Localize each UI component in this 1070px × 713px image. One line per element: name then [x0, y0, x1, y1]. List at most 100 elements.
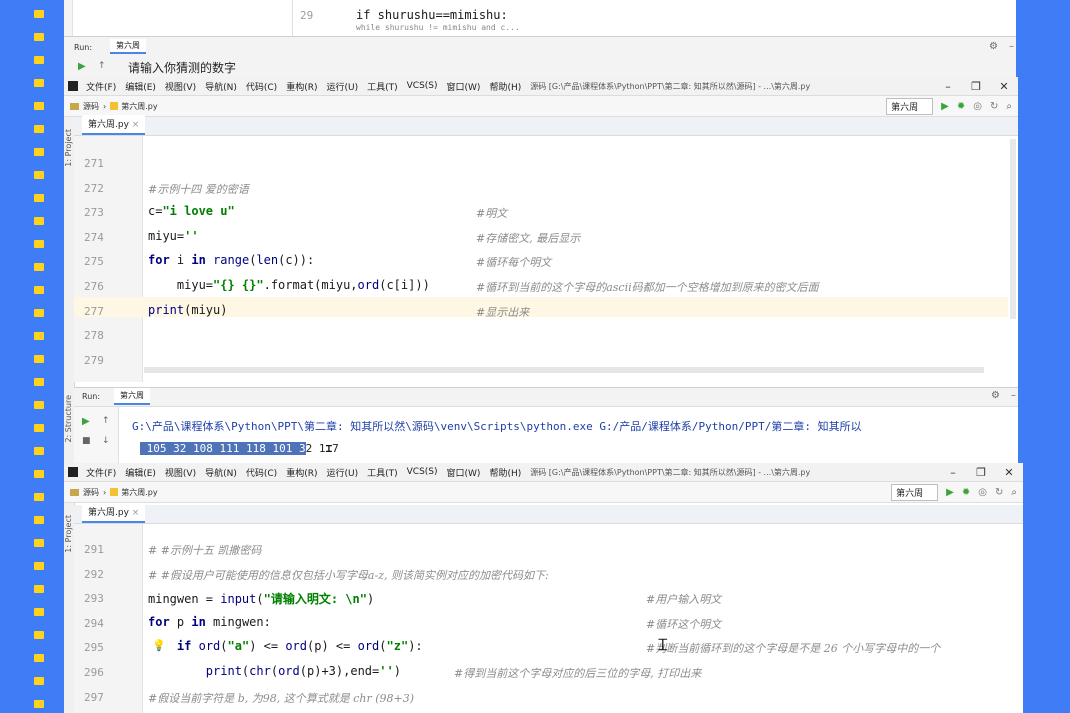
- code-line[interactable]: c="i love u": [148, 204, 235, 218]
- menu-item[interactable]: 工具(T): [367, 466, 398, 479]
- close-tab-icon[interactable]: ×: [132, 508, 140, 518]
- folder-icon: [70, 102, 79, 110]
- breadcrumb-file[interactable]: 第六周.py: [121, 101, 157, 112]
- code-line[interactable]: mingwen = input("请输入明文: \n"): [148, 590, 374, 607]
- code-line: if shurushu==mimishu:: [356, 8, 508, 22]
- run-config-select[interactable]: 第六周: [891, 483, 939, 501]
- window-minimize-button[interactable]: –: [939, 466, 967, 479]
- menu-item[interactable]: 重构(R): [286, 466, 317, 479]
- line-number: 294: [84, 616, 104, 630]
- stop-icon[interactable]: ■: [82, 436, 91, 446]
- menu-item[interactable]: 工具(T): [367, 80, 398, 93]
- tab-run[interactable]: 第六周: [114, 388, 150, 405]
- horizontal-scrollbar[interactable]: [144, 367, 984, 373]
- breadcrumb-file[interactable]: 第六周.py: [121, 487, 157, 498]
- menu-item[interactable]: 文件(F): [86, 80, 116, 93]
- output-tail: 7: [332, 442, 339, 455]
- gear-icon[interactable]: ⚙: [989, 41, 998, 52]
- up-arrow-icon[interactable]: ↑: [98, 61, 106, 71]
- tab-run[interactable]: 第六周: [110, 39, 146, 54]
- menu-item[interactable]: 帮助(H): [489, 466, 521, 479]
- profile-icon[interactable]: ↻: [990, 101, 998, 112]
- run-button-icon[interactable]: ▶: [946, 487, 954, 498]
- close-tab-icon[interactable]: ×: [132, 120, 140, 130]
- menu-item[interactable]: 窗口(W): [447, 80, 481, 93]
- yellow-dash: [34, 516, 44, 524]
- menu-item[interactable]: 文件(F): [86, 466, 116, 479]
- app-logo-icon: [68, 467, 78, 477]
- yellow-dash: [34, 194, 44, 202]
- line-number: 277: [84, 304, 104, 318]
- menu-item[interactable]: 编辑(E): [125, 80, 156, 93]
- run-button-icon[interactable]: ▶: [941, 101, 949, 112]
- selected-output: 105 32 108 111 118 101 3: [140, 442, 306, 455]
- python-file-icon: [110, 102, 119, 110]
- menu-item[interactable]: 编辑(E): [125, 466, 156, 479]
- breadcrumb-project[interactable]: 源码: [83, 101, 99, 112]
- search-icon[interactable]: ⌕: [1006, 101, 1012, 112]
- code-line[interactable]: print(chr(ord(p)+3),end=''): [148, 664, 401, 678]
- code-line[interactable]: for p in mingwen:: [148, 615, 271, 629]
- line-number: 271: [84, 157, 104, 170]
- profile-icon[interactable]: ↻: [995, 487, 1003, 498]
- code-line[interactable]: miyu="{} {}".format(miyu,ord(c[i])): [148, 278, 430, 292]
- yellow-dash: [34, 10, 44, 18]
- line-number: 297: [84, 690, 104, 704]
- output-rest: 2 1: [305, 442, 326, 455]
- menu-item[interactable]: 代码(C): [246, 80, 277, 93]
- yellow-dash: [34, 263, 44, 271]
- menu-item[interactable]: VCS(S): [407, 81, 438, 91]
- menu-item[interactable]: 视图(V): [165, 466, 196, 479]
- debug-button-icon[interactable]: ✹: [957, 101, 965, 112]
- top-editor-fragment: 29 if shurushu==mimishu: while shurushu …: [64, 0, 1016, 36]
- menu-item[interactable]: 视图(V): [165, 80, 196, 93]
- tab-file[interactable]: 第六周.py ×: [82, 503, 146, 523]
- editor-tabs: 第六周.py ×: [74, 503, 1023, 524]
- code-comment: #判断当前循环到的这个字母是不是 26 个小写字母中的一个: [646, 642, 941, 656]
- structure-tool-tab[interactable]: 2: Structure: [64, 395, 73, 443]
- window-maximize-button[interactable]: ❐: [967, 466, 995, 479]
- window-minimize-button[interactable]: –: [934, 80, 962, 93]
- menu-item[interactable]: 帮助(H): [489, 80, 521, 93]
- coverage-icon[interactable]: ◎: [973, 101, 982, 112]
- search-icon[interactable]: ⌕: [1011, 487, 1017, 498]
- menu-item[interactable]: 重构(R): [286, 80, 317, 93]
- run-icon[interactable]: ▶: [78, 61, 86, 72]
- menu-item[interactable]: 窗口(W): [447, 466, 481, 479]
- breadcrumb-project[interactable]: 源码: [83, 487, 99, 498]
- down-arrow-icon[interactable]: ↓: [102, 436, 110, 446]
- breadcrumb-separator: ›: [103, 101, 107, 111]
- lightbulb-icon[interactable]: 💡: [152, 639, 166, 652]
- menu-item[interactable]: 运行(U): [326, 80, 358, 93]
- minimize-icon[interactable]: –: [1009, 41, 1014, 52]
- window-close-button[interactable]: ✕: [995, 466, 1023, 479]
- yellow-dash: [34, 33, 44, 41]
- up-arrow-icon[interactable]: ↑: [102, 416, 110, 426]
- code-line[interactable]: miyu='': [148, 229, 199, 243]
- menu-item[interactable]: 运行(U): [326, 466, 358, 479]
- menu-bar: 文件(F) 编辑(E) 视图(V) 导航(N) 代码(C) 重构(R) 运行(U) 工具(T)…: [64, 77, 1018, 96]
- debug-button-icon[interactable]: ✹: [962, 487, 970, 498]
- menu-item[interactable]: 导航(N): [205, 466, 237, 479]
- code-line[interactable]: print(miyu): [148, 303, 227, 317]
- run-command: G:\产品\课程体系\Python\PPT\第二章: 知其所以然\源码\venv…: [132, 420, 862, 433]
- run-panel: Run: 第六周 ⚙ – ▶ ↑ ■ ↓ G:\产品\课程体系\Python\P…: [74, 387, 1018, 463]
- rerun-icon[interactable]: ▶: [82, 416, 90, 427]
- window-maximize-button[interactable]: ❐: [962, 80, 990, 93]
- window-close-button[interactable]: ✕: [990, 80, 1018, 93]
- code-line[interactable]: if ord("a") <= ord(p) <= ord("z"):: [148, 639, 423, 653]
- menu-item[interactable]: 代码(C): [246, 466, 277, 479]
- fragment-gutter: [64, 0, 73, 36]
- project-tool-tab[interactable]: 1: Project: [64, 129, 73, 167]
- coverage-icon[interactable]: ◎: [978, 487, 987, 498]
- editor-scrollbar[interactable]: [1010, 139, 1016, 319]
- yellow-dash: [34, 424, 44, 432]
- run-config-select[interactable]: 第六周: [886, 97, 934, 115]
- code-line[interactable]: for i in range(len(c)):: [148, 253, 314, 267]
- menu-item[interactable]: 导航(N): [205, 80, 237, 93]
- minimize-icon[interactable]: –: [1011, 390, 1016, 401]
- tab-file[interactable]: 第六周.py ×: [82, 115, 146, 135]
- gear-icon[interactable]: ⚙: [991, 390, 1000, 401]
- menu-item[interactable]: VCS(S): [407, 467, 438, 477]
- project-tool-tab[interactable]: 1: Project: [64, 515, 73, 553]
